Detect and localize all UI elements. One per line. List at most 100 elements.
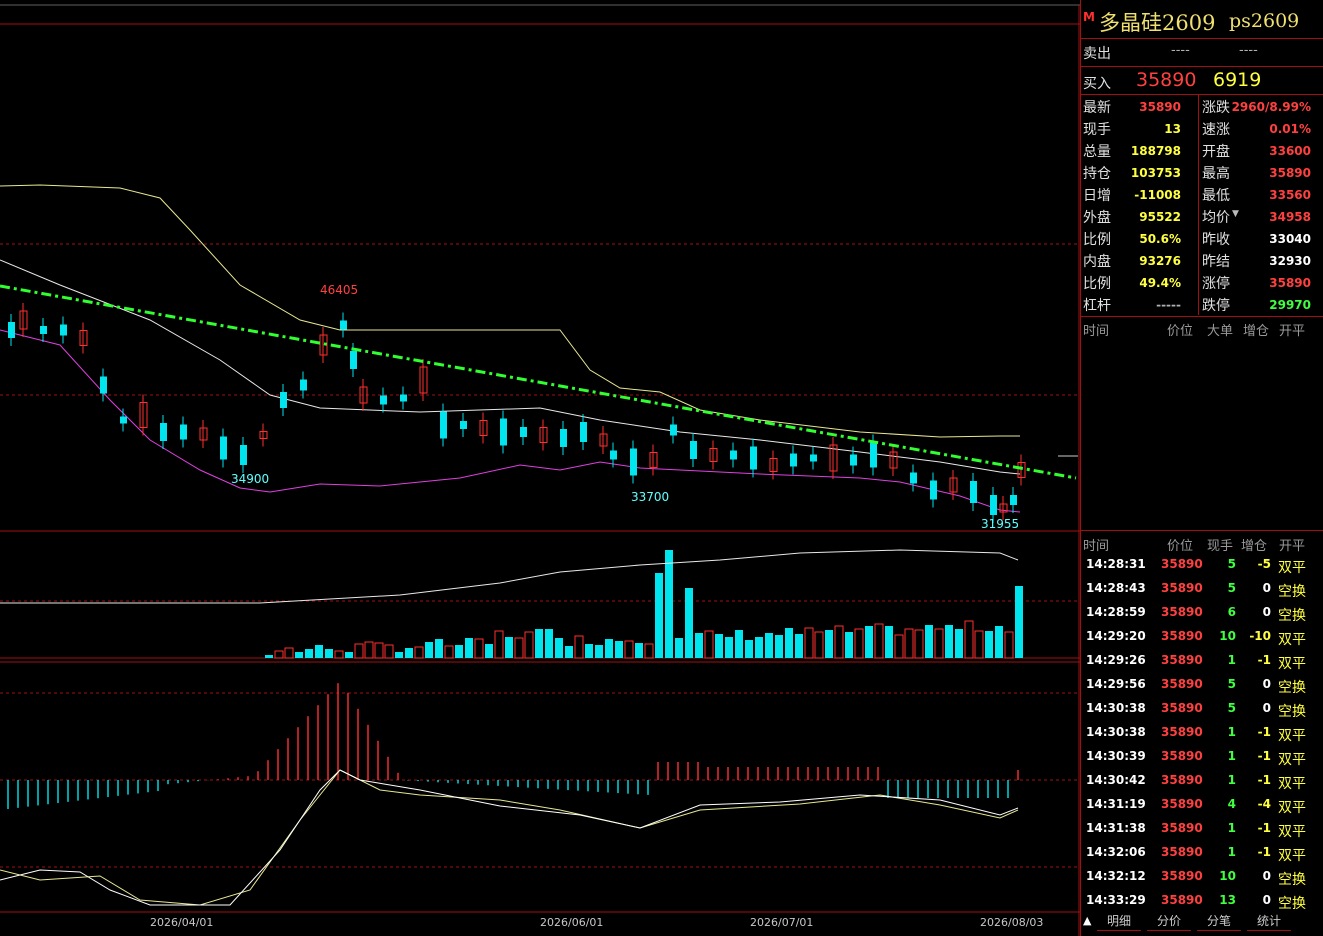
volume-bar-up xyxy=(624,640,634,659)
candle-body-down xyxy=(970,481,977,503)
ticks-header-time: 时间 xyxy=(1083,539,1110,554)
volume-bar-up xyxy=(414,646,424,659)
stat-value-right: 0.01% xyxy=(1269,122,1311,136)
stat-value-right: 35890 xyxy=(1269,276,1311,290)
stat-value-left: 93276 xyxy=(1139,254,1181,268)
tick-time: 14:28:43 xyxy=(1086,581,1146,595)
tick-row[interactable]: 14:30:42 35890 1 -1 双平 xyxy=(1081,769,1323,793)
tick-type: 空换 xyxy=(1278,680,1306,696)
kline-chart-area[interactable]: 46405 34900 33700 31955 2026/04/01 2026/… xyxy=(0,0,1080,936)
volume-bar-up xyxy=(934,628,944,659)
stat-label-right: 开盘 xyxy=(1202,144,1230,160)
low-price-label-3: 31955 xyxy=(981,517,1020,531)
candle-body-down xyxy=(40,326,47,334)
stat-value-left: -11008 xyxy=(1134,188,1181,202)
tab-bar: ▲ 明细 分价 分笔 统计 xyxy=(1081,912,1323,936)
volume-bar-down xyxy=(825,630,833,658)
date-axis-label: 2026/08/03 xyxy=(980,916,1044,929)
tick-time: 14:30:42 xyxy=(1086,773,1146,787)
volume-bar-down xyxy=(725,637,733,658)
volume-bar-down xyxy=(265,655,273,658)
tab-arrow-icon[interactable]: ▲ xyxy=(1083,914,1091,927)
volume-bar-up xyxy=(374,642,384,659)
tick-time: 14:30:38 xyxy=(1086,725,1146,739)
tick-row[interactable]: 14:32:12 35890 10 0 空换 xyxy=(1081,865,1323,889)
tick-qty: 13 xyxy=(1219,893,1236,907)
tab-price-distribution[interactable]: 分价 xyxy=(1147,912,1191,931)
tick-row[interactable]: 14:31:38 35890 1 -1 双平 xyxy=(1081,817,1323,841)
volume-bar-down xyxy=(595,645,603,658)
stat-label-right: 涨停 xyxy=(1202,276,1230,292)
tick-row[interactable]: 14:28:31 35890 5 -5 双平 xyxy=(1081,553,1323,577)
volume-bar-down xyxy=(315,645,323,658)
dropdown-arrow-icon[interactable]: ▼ xyxy=(1232,209,1239,219)
tick-time: 14:28:31 xyxy=(1086,557,1146,571)
tick-qty: 1 xyxy=(1227,821,1236,835)
tick-row[interactable]: 14:30:38 35890 5 0 空换 xyxy=(1081,697,1323,721)
tick-row[interactable]: 14:28:43 35890 5 0 空换 xyxy=(1081,577,1323,601)
stat-label-right: 最高 xyxy=(1202,166,1230,182)
tick-price: 35890 xyxy=(1161,557,1203,571)
tick-price: 35890 xyxy=(1161,629,1203,643)
big-order-header-price: 价位 xyxy=(1167,324,1194,339)
tick-price: 35890 xyxy=(1161,653,1203,667)
volume-bar-up xyxy=(834,625,844,659)
tick-chg: 0 xyxy=(1262,677,1271,691)
low-price-label-1: 34900 xyxy=(231,472,270,486)
tick-row[interactable]: 14:32:06 35890 1 -1 双平 xyxy=(1081,841,1323,865)
tick-row[interactable]: 14:28:59 35890 6 0 空换 xyxy=(1081,601,1323,625)
stat-label-left: 杠杆 xyxy=(1083,298,1111,314)
candle-body-down xyxy=(730,450,737,460)
tick-row[interactable]: 14:29:56 35890 5 0 空换 xyxy=(1081,673,1323,697)
tick-chg: -1 xyxy=(1257,845,1271,859)
tab-detail[interactable]: 明细 xyxy=(1097,912,1141,931)
tab-tick[interactable]: 分笔 xyxy=(1197,912,1241,931)
tick-row[interactable]: 14:30:39 35890 1 -1 双平 xyxy=(1081,745,1323,769)
stat-value-right: 2960/8.99% xyxy=(1231,100,1311,114)
stat-value-right: 35890 xyxy=(1269,166,1311,180)
tick-qty: 10 xyxy=(1219,629,1236,643)
tick-type: 双平 xyxy=(1278,848,1306,864)
kline-chart[interactable] xyxy=(0,0,1080,936)
candle-body-down xyxy=(750,446,757,470)
volume-bar-down xyxy=(405,648,413,658)
tick-chg: -1 xyxy=(1257,773,1271,787)
stat-label-left: 比例 xyxy=(1083,232,1111,248)
tick-row[interactable]: 14:30:38 35890 1 -1 双平 xyxy=(1081,721,1323,745)
tick-time: 14:28:59 xyxy=(1086,605,1146,619)
candle-body-down xyxy=(500,418,507,446)
candle-body-down xyxy=(400,394,407,402)
tick-row[interactable]: 14:33:29 35890 13 0 空换 xyxy=(1081,889,1323,913)
tick-row[interactable]: 14:29:20 35890 10 -10 双平 xyxy=(1081,625,1323,649)
candle-body-down xyxy=(280,392,287,408)
instrument-title: M 多晶硅2609 ps2609 xyxy=(1081,6,1323,38)
stat-value-left: 188798 xyxy=(1130,144,1181,158)
trend-line xyxy=(0,284,1077,480)
quote-panel: M 多晶硅2609 ps2609 卖出 ---- ---- 买入 35890 6… xyxy=(1080,0,1323,936)
tick-price: 35890 xyxy=(1161,869,1203,883)
volume-bar-up xyxy=(904,628,914,659)
volume-bar-up xyxy=(804,627,814,659)
low-price-label-2: 33700 xyxy=(631,490,670,504)
candle-body-down xyxy=(990,495,997,515)
tab-statistics[interactable]: 统计 xyxy=(1247,912,1291,931)
stat-label-right: 跌停 xyxy=(1202,298,1230,314)
macd-dea-line xyxy=(0,769,1019,906)
tick-qty: 1 xyxy=(1227,749,1236,763)
tick-type: 双平 xyxy=(1278,656,1306,672)
tick-time: 14:33:29 xyxy=(1086,893,1146,907)
tick-row[interactable]: 14:31:19 35890 4 -4 双平 xyxy=(1081,793,1323,817)
volume-bar-down xyxy=(785,628,793,658)
volume-bar-up xyxy=(874,623,884,659)
tick-time: 14:29:56 xyxy=(1086,677,1146,691)
volume-bar-down xyxy=(745,640,753,658)
tick-row[interactable]: 14:29:26 35890 1 -1 双平 xyxy=(1081,649,1323,673)
volume-bar-down xyxy=(555,638,563,658)
ticks-header-qty: 现手 xyxy=(1207,539,1234,554)
volume-bar-down xyxy=(945,625,953,658)
tick-type: 空换 xyxy=(1278,872,1306,888)
tick-chg: 0 xyxy=(1262,869,1271,883)
high-price-label: 46405 xyxy=(320,283,359,297)
candle-body-down xyxy=(380,395,387,405)
volume-bar-down xyxy=(485,644,493,658)
